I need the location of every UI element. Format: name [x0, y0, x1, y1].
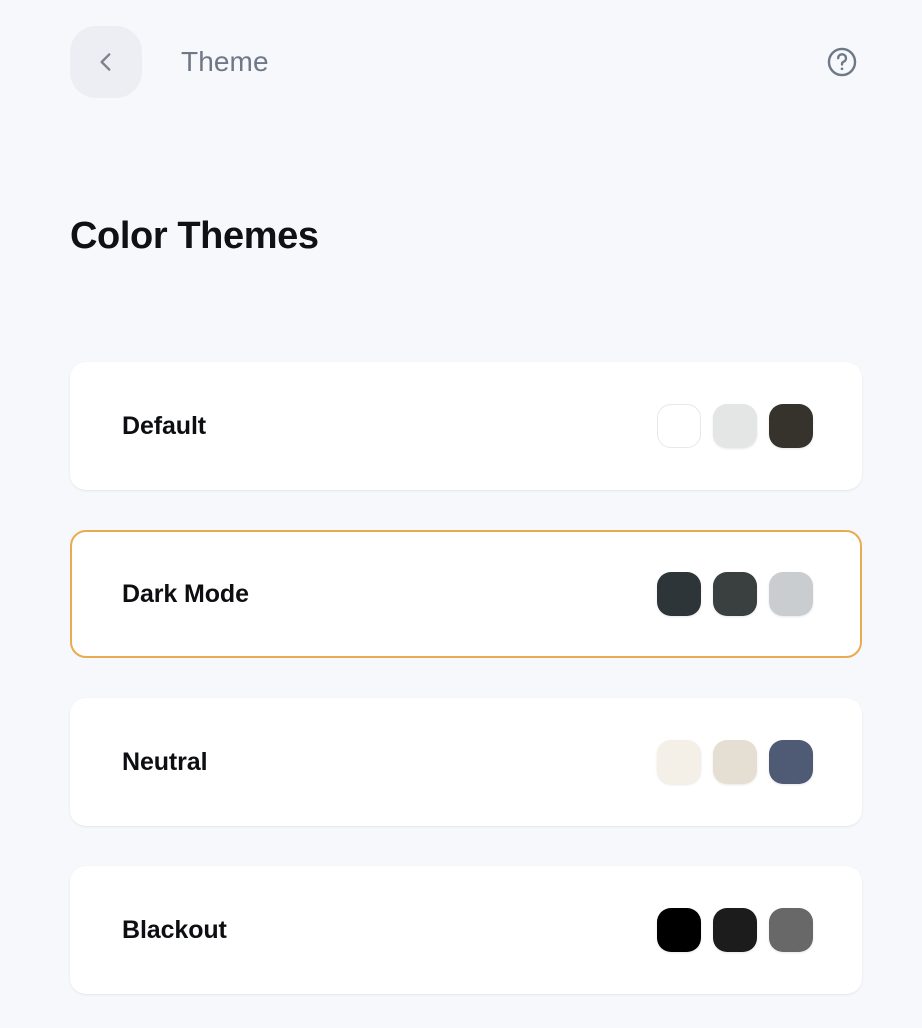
color-swatch [769, 740, 813, 784]
color-swatch [657, 740, 701, 784]
color-swatch [713, 908, 757, 952]
theme-name-label: Dark Mode [122, 579, 249, 608]
swatch-group [657, 740, 813, 784]
color-swatch [769, 908, 813, 952]
color-swatch [657, 404, 701, 448]
color-swatch [713, 740, 757, 784]
chevron-left-icon [93, 49, 119, 75]
theme-name-label: Default [122, 411, 207, 440]
swatch-group [657, 908, 813, 952]
help-circle-icon [825, 45, 859, 79]
color-swatch [769, 572, 813, 616]
page-title: Theme [181, 46, 269, 77]
swatch-group [657, 404, 813, 448]
color-swatch [657, 908, 701, 952]
help-button[interactable] [824, 44, 860, 80]
theme-card-default[interactable]: Default [70, 362, 862, 490]
color-swatch [769, 404, 813, 448]
back-button[interactable] [70, 26, 142, 98]
theme-card-neutral[interactable]: Neutral [70, 698, 862, 826]
swatch-group [657, 572, 813, 616]
theme-card-dark-mode[interactable]: Dark Mode [70, 530, 862, 658]
color-swatch [713, 572, 757, 616]
theme-name-label: Blackout [122, 915, 227, 944]
theme-name-label: Neutral [122, 747, 208, 776]
color-swatch [657, 572, 701, 616]
color-swatch [713, 404, 757, 448]
top-bar: Theme [0, 0, 922, 125]
section-heading: Color Themes [70, 215, 319, 257]
theme-list: Default Dark Mode Neutral Blackout [70, 362, 862, 994]
theme-card-blackout[interactable]: Blackout [70, 866, 862, 994]
